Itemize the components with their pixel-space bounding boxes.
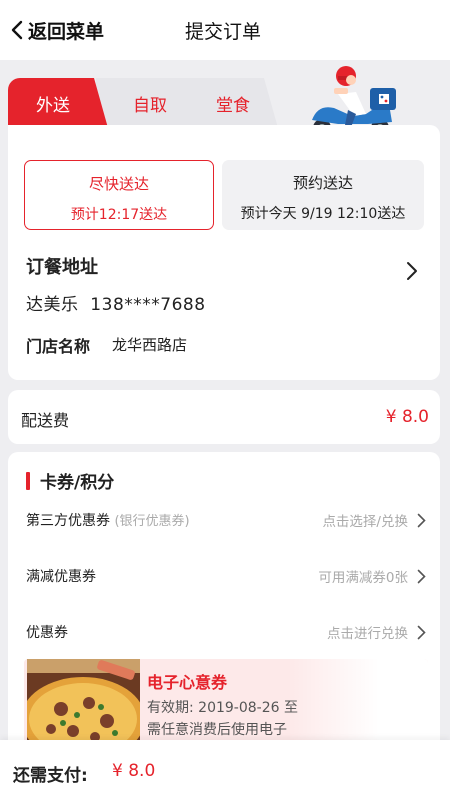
chevron-right-icon bbox=[417, 569, 426, 584]
coupon-label: 优惠券 bbox=[26, 625, 68, 641]
address-title: 订餐地址 bbox=[26, 257, 98, 278]
delivery-card: 尽快送达 预计12:17送达 预约送达 预计今天 9/19 12:10送达 订餐… bbox=[8, 125, 440, 380]
scheduled-delivery-option[interactable]: 预约送达 预计今天 9/19 12:10送达 bbox=[222, 160, 424, 230]
discount-coupon-row[interactable]: 满减优惠券 可用满减券0张 bbox=[26, 566, 426, 588]
coupon-hint: 点击进行兑换 bbox=[327, 626, 408, 642]
pizza-image bbox=[27, 659, 140, 749]
tab-pickup[interactable]: 自取 bbox=[96, 78, 196, 128]
tab-delivery[interactable]: 外送 bbox=[8, 78, 108, 128]
scheduled-eta: 预计今天 9/19 12:10送达 bbox=[240, 206, 406, 222]
chevron-right-icon[interactable] bbox=[406, 261, 418, 281]
coupons-section-title: 卡券/积分 bbox=[26, 468, 114, 493]
amount-due-label: 还需支付: bbox=[13, 766, 88, 786]
e-gift-card-title: 电子心意券 bbox=[147, 673, 228, 692]
section-accent-bar bbox=[26, 471, 30, 490]
scheduled-title: 预约送达 bbox=[292, 174, 353, 192]
delivery-fee-value: ¥ 8.0 bbox=[385, 407, 429, 427]
page-title: 提交订单 bbox=[184, 21, 261, 43]
discount-coupon-hint: 可用满减券0张 bbox=[318, 570, 408, 586]
asap-eta: 预计12:17送达 bbox=[70, 207, 168, 223]
third-party-coupon-hint: 点击选择/兑换 bbox=[322, 514, 408, 530]
discount-coupon-label: 满减优惠券 bbox=[26, 569, 96, 585]
chevron-right-icon bbox=[417, 625, 426, 640]
amount-due-value: ¥ 8.0 bbox=[112, 761, 156, 781]
third-party-coupon-sub: (银行优惠券) bbox=[114, 514, 190, 529]
payment-bar: 还需支付: ¥ 8.0 bbox=[0, 740, 450, 800]
fade-overlay bbox=[288, 659, 428, 749]
order-type-tabs: 堂食 自取 外送 bbox=[8, 78, 288, 128]
coupon-row[interactable]: 优惠券 点击进行兑换 bbox=[26, 622, 426, 644]
third-party-coupon-label: 第三方优惠券 (银行优惠券) bbox=[26, 513, 190, 529]
top-bar: 返回菜单 提交订单 bbox=[0, 0, 450, 60]
asap-title: 尽快送达 bbox=[88, 175, 149, 193]
address-contact[interactable]: 达美乐 138****7688 bbox=[26, 290, 206, 315]
e-gift-card-validity: 有效期: 2019-08-26 至 bbox=[147, 700, 298, 716]
chevron-right-icon bbox=[417, 513, 426, 528]
asap-delivery-option[interactable]: 尽快送达 预计12:17送达 bbox=[24, 160, 214, 230]
store-label: 门店名称 bbox=[26, 337, 91, 356]
e-gift-card[interactable]: 电子心意券 有效期: 2019-08-26 至 需任意消费后使用电子 bbox=[24, 659, 428, 749]
delivery-fee-card: 配送费 ¥ 8.0 bbox=[8, 390, 440, 444]
store-name: 龙华西路店 bbox=[112, 336, 188, 354]
third-party-coupon-row[interactable]: 第三方优惠券 (银行优惠券) 点击选择/兑换 bbox=[26, 510, 426, 532]
e-gift-card-description: 需任意消费后使用电子 bbox=[147, 722, 287, 738]
delivery-fee-label: 配送费 bbox=[21, 411, 70, 430]
